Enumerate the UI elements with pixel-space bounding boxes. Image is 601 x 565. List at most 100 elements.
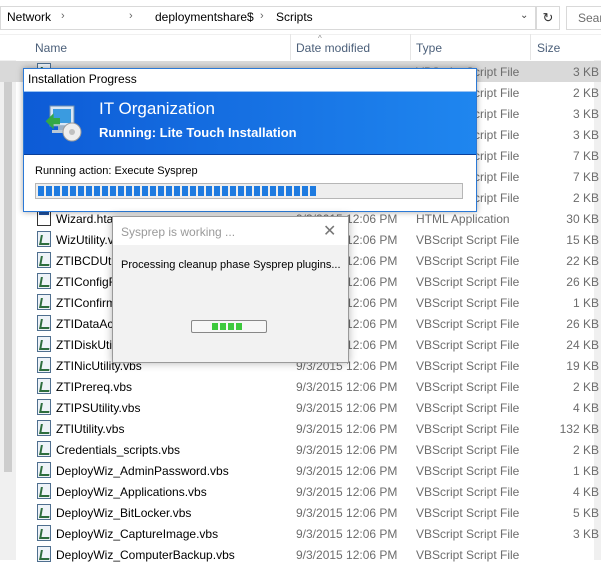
file-size: 2 KB xyxy=(572,86,599,100)
file-type: VBScript Script File xyxy=(416,401,520,415)
file-date: 9/3/2015 12:06 PM xyxy=(296,464,398,478)
file-size: 15 KB xyxy=(566,233,599,247)
file-size: 4 KB xyxy=(572,485,599,499)
file-size: 7 KB xyxy=(572,149,599,163)
file-type: VBScript Script File xyxy=(416,527,520,541)
installation-progress-window[interactable]: Installation Progress IT Organization Ru… xyxy=(23,68,477,212)
breadcrumb-network[interactable]: Network xyxy=(7,10,51,24)
chevron-right-icon: › xyxy=(129,10,133,22)
column-name[interactable]: Name xyxy=(35,41,67,55)
vbs-icon xyxy=(37,504,51,520)
progress-bar xyxy=(35,183,463,199)
chevron-right-icon: › xyxy=(260,10,264,22)
file-size: 3 KB xyxy=(572,65,599,79)
column-size[interactable]: Size xyxy=(537,41,560,55)
file-size: 7 KB xyxy=(572,170,599,184)
file-size: 1 KB xyxy=(572,464,599,478)
file-size: 26 KB xyxy=(566,275,599,289)
refresh-button[interactable]: ↻ xyxy=(536,6,560,30)
file-type: VBScript Script File xyxy=(416,380,520,394)
file-row[interactable]: DeployWiz_AdminPassword.vbs 9/3/2015 12:0… xyxy=(0,460,601,481)
file-date: 9/3/2015 12:06 PM xyxy=(296,443,398,457)
marquee-segment xyxy=(236,323,242,330)
file-size: 2 KB xyxy=(572,191,599,205)
file-size: 30 KB xyxy=(566,212,599,226)
file-size: 1 KB xyxy=(572,296,599,310)
vbs-icon xyxy=(37,441,51,457)
file-size: 3 KB xyxy=(572,527,599,541)
file-name: DeployWiz_CaptureImage.vbs xyxy=(56,527,219,541)
file-row[interactable]: ZTIPSUtility.vbs 9/3/2015 12:06 PM VBScrip… xyxy=(0,397,601,418)
banner: IT Organization Running: Lite Touch Inst… xyxy=(24,91,476,155)
file-size: 3 KB xyxy=(572,107,599,121)
sysprep-dialog[interactable]: Sysprep is working ... ✕ Processing clea… xyxy=(112,216,349,363)
file-row[interactable]: ZTIUtility.vbs 9/3/2015 12:06 PM VBScript … xyxy=(0,418,601,439)
file-name: DeployWiz_BitLocker.vbs xyxy=(56,506,192,520)
file-name: ZTIPrereq.vbs xyxy=(56,380,133,394)
column-divider[interactable] xyxy=(410,34,411,60)
file-size: 19 KB xyxy=(566,359,599,373)
file-type: VBScript Script File xyxy=(416,275,520,289)
hta-icon xyxy=(37,210,51,226)
file-name: Wizard.hta xyxy=(56,212,114,226)
file-row[interactable]: DeployWiz_ComputerBackup.vbs 9/3/2015 12:… xyxy=(0,544,601,565)
breadcrumb-scripts[interactable]: Scripts xyxy=(276,10,313,24)
file-size: 132 KB xyxy=(559,422,599,436)
search-input[interactable]: Sear xyxy=(566,6,601,30)
vbs-icon xyxy=(37,399,51,415)
file-row[interactable]: ZTIPrereq.vbs 9/3/2015 12:06 PM VBScript S… xyxy=(0,376,601,397)
file-size: 4 KB xyxy=(572,401,599,415)
progress-bar-fill xyxy=(38,186,317,196)
file-type: VBScript Script File xyxy=(416,422,520,436)
breadcrumb[interactable]: Network › › deploymentshare$ › Scripts ⌄ xyxy=(0,6,536,30)
chevron-down-icon[interactable]: ⌄ xyxy=(520,10,528,21)
sysprep-titlebar[interactable]: Sysprep is working ... ✕ xyxy=(113,217,348,245)
vbs-icon xyxy=(37,336,51,352)
file-date: 9/3/2015 12:06 PM xyxy=(296,380,398,394)
column-date-modified[interactable]: Date modified xyxy=(296,41,370,55)
file-name: Credentials_scripts.vbs xyxy=(56,443,181,457)
file-date: 9/3/2015 12:06 PM xyxy=(296,506,398,520)
file-type: HTML Application xyxy=(416,212,510,226)
file-row[interactable]: DeployWiz_BitLocker.vbs 9/3/2015 12:06 PM… xyxy=(0,502,601,523)
file-type: VBScript Script File xyxy=(416,254,520,268)
file-name: ZTIUtility.vbs xyxy=(56,422,125,436)
breadcrumb-deploymentshare[interactable]: deploymentshare$ xyxy=(155,10,254,24)
file-type: VBScript Script File xyxy=(416,296,520,310)
vbs-icon xyxy=(37,294,51,310)
file-size: 2 KB xyxy=(572,443,599,457)
column-divider[interactable] xyxy=(530,34,531,60)
file-name: DeployWiz_Applications.vbs xyxy=(56,485,207,499)
column-type[interactable]: Type xyxy=(416,41,442,55)
refresh-icon: ↻ xyxy=(542,10,554,25)
sysprep-message: Processing cleanup phase Sysprep plugins… xyxy=(121,259,341,271)
file-type: VBScript Script File xyxy=(416,317,520,331)
vbs-icon xyxy=(37,420,51,436)
status-text: Running: Lite Touch Installation xyxy=(99,125,297,140)
file-type: VBScript Script File xyxy=(416,359,520,373)
file-row[interactable]: DeployWiz_Applications.vbs 9/3/2015 12:06… xyxy=(0,481,601,502)
file-row[interactable]: DeployWiz_CaptureImage.vbs 9/3/2015 12:06… xyxy=(0,523,601,544)
vbs-icon xyxy=(37,357,51,373)
file-size: 22 KB xyxy=(566,254,599,268)
marquee-segment xyxy=(220,323,226,330)
vbs-icon xyxy=(37,273,51,289)
file-type: VBScript Script File xyxy=(416,464,520,478)
current-action: Running action: Execute Sysprep xyxy=(35,165,198,177)
file-size: 2 KB xyxy=(572,380,599,394)
file-row[interactable]: Credentials_scripts.vbs 9/3/2015 12:06 PM… xyxy=(0,439,601,460)
file-type: VBScript Script File xyxy=(416,233,520,247)
sort-ascending-icon: ^ xyxy=(318,34,322,43)
column-divider[interactable] xyxy=(290,34,291,60)
file-size: 5 KB xyxy=(572,506,599,520)
file-name: ZTIPSUtility.vbs xyxy=(56,401,141,415)
chevron-right-icon: › xyxy=(61,10,65,22)
file-type: VBScript Script File xyxy=(416,443,520,457)
vbs-icon xyxy=(37,483,51,499)
vbs-icon xyxy=(37,252,51,268)
organization-name: IT Organization xyxy=(99,99,215,118)
file-type: VBScript Script File xyxy=(416,485,520,499)
file-date: 9/3/2015 12:06 PM xyxy=(296,527,398,541)
computer-install-icon xyxy=(45,105,82,142)
close-icon[interactable]: ✕ xyxy=(323,221,336,241)
